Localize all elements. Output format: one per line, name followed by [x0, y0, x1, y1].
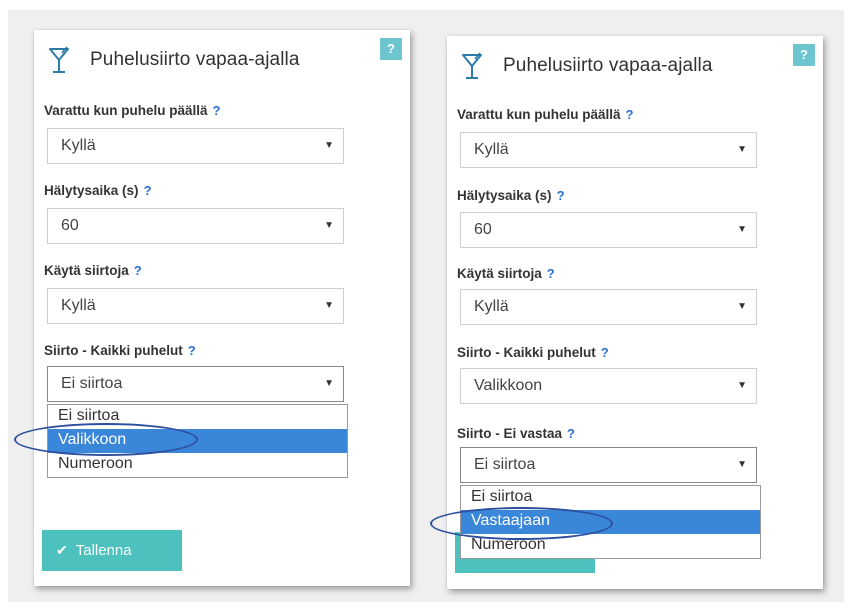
field-label-busy: Varattu kun puhelu päällä? [457, 107, 634, 122]
dropdown-arrow-icon: ▼ [324, 220, 334, 231]
field-label-busy: Varattu kun puhelu päällä? [44, 103, 221, 118]
help-icon[interactable]: ? [144, 183, 152, 198]
alert-time-select[interactable]: 60 ▼ [460, 212, 757, 248]
forward-all-dropdown: Ei siirtoa Valikkoon Numeroon [47, 404, 348, 478]
call-forwarding-panel-left: ? Puhelusiirto vapaa-ajalla Varattu kun … [34, 30, 410, 586]
field-label-alert-time: Hälytysaika (s)? [44, 183, 152, 198]
dropdown-arrow-icon: ▼ [737, 459, 747, 470]
field-label-alert-time: Hälytysaika (s)? [457, 188, 565, 203]
field-label-use-forwarding: Käytä siirtoja? [44, 263, 142, 278]
panel-title: Puhelusiirto vapaa-ajalla [90, 49, 300, 70]
checkmark-icon: ✔ [56, 542, 68, 558]
forward-all-select[interactable]: Valikkoon ▼ [460, 368, 757, 404]
dropdown-arrow-icon: ▼ [737, 224, 747, 235]
dropdown-option-selected[interactable]: Valikkoon [48, 429, 347, 453]
dropdown-arrow-icon: ▼ [737, 380, 747, 391]
dropdown-arrow-icon: ▼ [737, 144, 747, 155]
help-icon[interactable]: ? [557, 188, 565, 203]
use-forwarding-select[interactable]: Kyllä ▼ [460, 289, 757, 325]
dropdown-option[interactable]: Ei siirtoa [461, 486, 760, 510]
forward-all-select[interactable]: Ei siirtoa ▼ [47, 366, 344, 402]
help-icon[interactable]: ? [567, 426, 575, 441]
help-icon[interactable]: ? [626, 107, 634, 122]
use-forwarding-select[interactable]: Kyllä ▼ [47, 288, 344, 324]
panel-help-button[interactable]: ? [793, 44, 815, 66]
cocktail-glass-icon [48, 46, 70, 74]
no-answer-dropdown: Ei siirtoa Vastaajaan Numeroon [460, 485, 761, 559]
dropdown-option[interactable]: Numeroon [461, 534, 760, 558]
dropdown-arrow-icon: ▼ [324, 300, 334, 311]
save-button[interactable]: ✔ Tallenna [42, 530, 182, 571]
alert-time-select[interactable]: 60 ▼ [47, 208, 344, 244]
panel-help-button[interactable]: ? [380, 38, 402, 60]
call-forwarding-panel-right: ? Puhelusiirto vapaa-ajalla Varattu kun … [447, 36, 823, 589]
busy-select[interactable]: Kyllä ▼ [47, 128, 344, 164]
field-label-forward-all: Siirto - Kaikki puhelut? [457, 345, 609, 360]
field-label-no-answer: Siirto - Ei vastaa? [457, 426, 575, 441]
panel-header: Puhelusiirto vapaa-ajalla [461, 52, 713, 80]
dropdown-arrow-icon: ▼ [324, 140, 334, 151]
panel-header: Puhelusiirto vapaa-ajalla [48, 46, 300, 74]
dropdown-option[interactable]: Ei siirtoa [48, 405, 347, 429]
field-label-use-forwarding: Käytä siirtoja? [457, 266, 555, 281]
dropdown-arrow-icon: ▼ [737, 301, 747, 312]
busy-select[interactable]: Kyllä ▼ [460, 132, 757, 168]
help-icon[interactable]: ? [213, 103, 221, 118]
dropdown-option-selected[interactable]: Vastaajaan [461, 510, 760, 534]
field-label-forward-all: Siirto - Kaikki puhelut? [44, 343, 196, 358]
help-icon[interactable]: ? [134, 263, 142, 278]
cocktail-glass-icon [461, 52, 483, 80]
dropdown-arrow-icon: ▼ [324, 378, 334, 389]
panel-title: Puhelusiirto vapaa-ajalla [503, 55, 713, 76]
dropdown-option[interactable]: Numeroon [48, 453, 347, 477]
help-icon[interactable]: ? [547, 266, 555, 281]
no-answer-select[interactable]: Ei siirtoa ▼ [460, 447, 757, 483]
help-icon[interactable]: ? [601, 345, 609, 360]
help-icon[interactable]: ? [188, 343, 196, 358]
